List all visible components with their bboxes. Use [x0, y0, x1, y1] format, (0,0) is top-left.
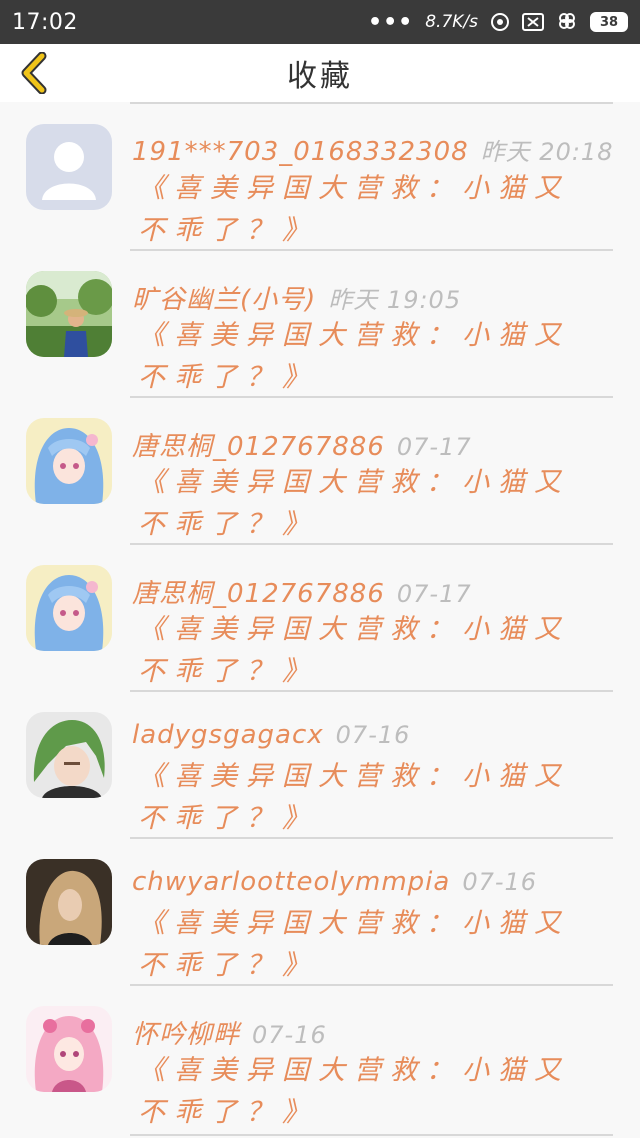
battery-icon: 38 [590, 12, 628, 32]
avatar-photo-icon [26, 859, 112, 945]
list-item[interactable]: ladygsgagacx 07-16 《喜美异国大营救：小猫又不乖了？》 [0, 690, 640, 837]
status-time: 17:02 [12, 9, 78, 35]
back-button[interactable] [14, 52, 54, 94]
username[interactable]: ladygsgagacx [132, 720, 324, 750]
item-meta: ladygsgagacx 07-16 [132, 720, 620, 750]
list-item[interactable]: 191***703_0168332308 昨天 20:18 《喜美异国大营救：小猫… [0, 102, 640, 249]
divider [130, 102, 613, 104]
avatar-anime-icon [26, 1006, 112, 1092]
item-meta: chwyarlootteolymmpia 07-16 [132, 867, 620, 897]
message-text[interactable]: 《喜美异国大营救：小猫又不乖了？》 [138, 168, 598, 252]
network-speed: 8.7K/s [425, 12, 478, 32]
avatar-anime-icon [26, 565, 112, 651]
divider [130, 1134, 613, 1136]
avatar[interactable] [26, 1006, 112, 1092]
status-bar: 17:02 ••• 8.7K/s 38 [0, 0, 640, 44]
more-dots-icon: ••• [368, 9, 414, 35]
username[interactable]: 唐思桐_012767886 [132, 432, 385, 462]
message-text[interactable]: 《喜美异国大营救：小猫又不乖了？》 [138, 609, 598, 693]
item-meta: 唐思桐_012767886 07-17 [132, 426, 620, 463]
timestamp: 07-16 [252, 1021, 327, 1049]
message-text[interactable]: 《喜美异国大营救：小猫又不乖了？》 [138, 756, 598, 840]
divider [130, 837, 613, 839]
avatar[interactable] [26, 418, 112, 504]
divider [130, 543, 613, 545]
divider [130, 984, 613, 986]
timestamp: 07-16 [335, 721, 411, 749]
message-text[interactable]: 《喜美异国大营救：小猫又不乖了？》 [138, 462, 598, 546]
item-meta: 191***703_0168332308 昨天 20:18 [132, 132, 620, 167]
list-item[interactable]: 旷谷幽兰(小号) 昨天 19:05 《喜美异国大营救：小猫又不乖了？》 [0, 249, 640, 396]
default-avatar-icon [26, 124, 112, 210]
username[interactable]: 唐思桐_012767886 [132, 579, 385, 609]
avatar[interactable] [26, 859, 112, 945]
item-meta: 旷谷幽兰(小号) 昨天 19:05 [132, 279, 620, 316]
page-title: 收藏 [287, 59, 353, 94]
timestamp: 昨天 20:18 [480, 138, 614, 166]
favorites-list: 191***703_0168332308 昨天 20:18 《喜美异国大营救：小猫… [0, 102, 640, 1131]
avatar[interactable] [26, 124, 112, 210]
username[interactable]: chwyarlootteolymmpia [132, 867, 450, 897]
avatar[interactable] [26, 565, 112, 651]
message-text[interactable]: 《喜美异国大营救：小猫又不乖了？》 [138, 1050, 598, 1134]
avatar-anime-icon [26, 712, 112, 798]
message-text[interactable]: 《喜美异国大营救：小猫又不乖了？》 [138, 903, 598, 987]
item-meta: 唐思桐_012767886 07-17 [132, 573, 620, 610]
list-item[interactable]: chwyarlootteolymmpia 07-16 《喜美异国大营救：小猫又不乖… [0, 837, 640, 984]
divider [130, 249, 613, 251]
username[interactable]: 旷谷幽兰(小号) [132, 285, 316, 315]
no-sim-icon [522, 13, 544, 31]
chevron-left-icon [21, 52, 47, 94]
timestamp: 07-17 [396, 433, 472, 461]
item-meta: 怀吟柳畔 07-16 [132, 1014, 620, 1051]
avatar[interactable] [26, 271, 112, 357]
hotspot-icon [490, 12, 510, 32]
username[interactable]: 怀吟柳畔 [132, 1020, 240, 1050]
list-item[interactable]: 怀吟柳畔 07-16 《喜美异国大营救：小猫又不乖了？》 [0, 984, 640, 1131]
timestamp: 07-17 [396, 580, 472, 608]
divider [130, 690, 613, 692]
clover-icon [556, 11, 578, 33]
header-bar: 收藏 [0, 44, 640, 102]
list-item[interactable]: 唐思桐_012767886 07-17 《喜美异国大营救：小猫又不乖了？》 [0, 396, 640, 543]
message-text[interactable]: 《喜美异国大营救：小猫又不乖了？》 [138, 315, 598, 399]
timestamp: 昨天 19:05 [328, 286, 462, 314]
timestamp: 07-16 [462, 868, 538, 896]
divider [130, 396, 613, 398]
avatar-photo-icon [26, 271, 112, 357]
list-item[interactable]: 唐思桐_012767886 07-17 《喜美异国大营救：小猫又不乖了？》 [0, 543, 640, 690]
username[interactable]: 191***703_0168332308 [132, 137, 469, 167]
battery-level: 38 [599, 14, 619, 30]
avatar-anime-icon [26, 418, 112, 504]
status-icons: ••• 8.7K/s 38 [368, 10, 628, 35]
avatar[interactable] [26, 712, 112, 798]
